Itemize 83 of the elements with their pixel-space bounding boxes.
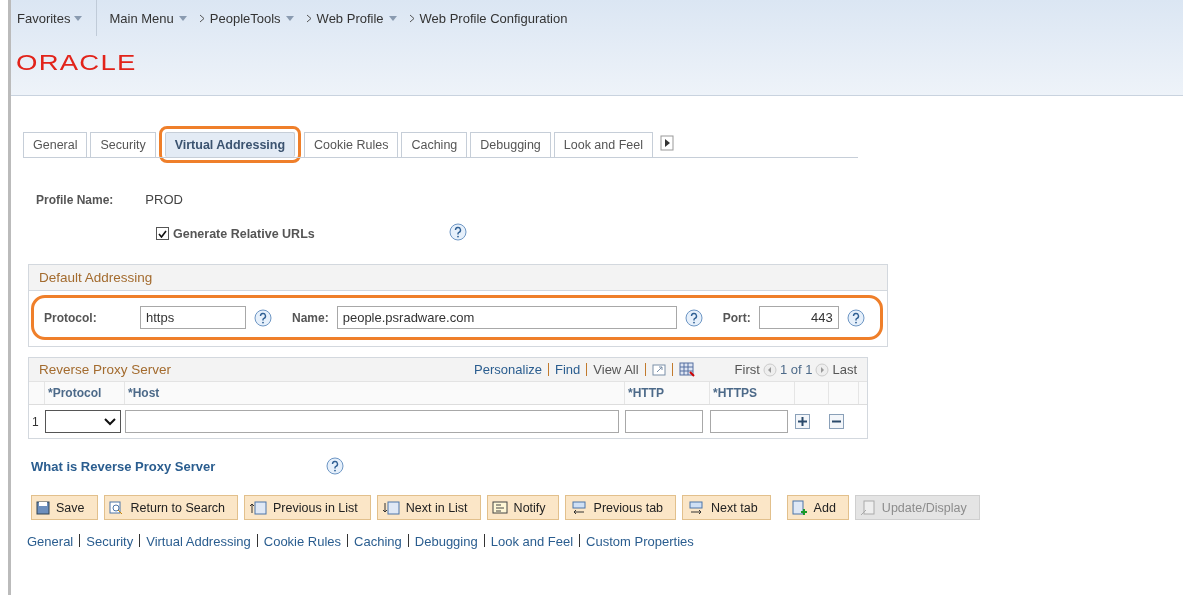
checkbox-label: Generate Relative URLs (173, 226, 315, 241)
panel-title: Default Addressing (29, 265, 887, 291)
logo: ORACLE (15, 49, 137, 76)
favorites-menu[interactable]: Favorites (17, 10, 71, 26)
field-value: PROD (145, 192, 183, 207)
toolbar-button[interactable]: Notify (486, 495, 559, 520)
toolbar-button[interactable]: Next in List (376, 495, 481, 520)
footer-link[interactable]: Virtual Addressing (146, 534, 251, 549)
caret-icon (178, 15, 187, 21)
grid-link[interactable]: View All (593, 362, 639, 377)
field-label: Name: (292, 310, 329, 325)
monitor-arrow-icon (687, 500, 706, 515)
caret-icon (285, 15, 294, 21)
grid-link[interactable]: Find (555, 362, 581, 377)
protocol-dropdown[interactable] (45, 410, 121, 433)
column-header: *HTTPS (710, 382, 795, 404)
footer-link[interactable]: Caching (354, 534, 402, 549)
field-label: Profile Name: (36, 192, 114, 207)
spreadsheet-icon[interactable] (678, 362, 695, 377)
toolbar-button[interactable]: Previous tab (564, 495, 677, 520)
list-arrow-icon (249, 500, 267, 515)
page-plus-icon (791, 499, 808, 516)
toolbar-button[interactable]: Save (31, 495, 98, 520)
toolbar-button[interactable]: Return to Search (103, 495, 238, 520)
input-field[interactable]: people.psradware.com (336, 306, 677, 329)
help-icon[interactable] (684, 308, 703, 327)
chevron-right-icon (305, 13, 312, 23)
column-header: *HTTP (625, 382, 710, 404)
chevron-down-icon (104, 417, 116, 426)
chevron-right-icon (408, 13, 415, 23)
first-link[interactable]: First (734, 362, 760, 377)
http-field[interactable] (625, 410, 703, 433)
toolbar-button[interactable]: Next tab (682, 495, 771, 520)
monitor-arrow-icon (569, 500, 588, 515)
footer-link[interactable]: Look and Feel (490, 534, 574, 549)
input-field[interactable]: 443 (758, 306, 839, 329)
field-label: Port: (722, 310, 751, 325)
footer-link[interactable]: Debugging (414, 534, 478, 549)
row-count: 1 of 1 (779, 362, 813, 377)
footer-link[interactable]: Cookie Rules (263, 534, 342, 549)
row-number: 1 (31, 414, 40, 429)
last-link[interactable]: Last (832, 362, 857, 377)
checkbox[interactable] (156, 227, 169, 240)
toolbar-button[interactable]: Previous in List (244, 495, 371, 520)
caret-icon (388, 15, 397, 21)
grid-link[interactable]: Personalize (474, 362, 542, 377)
help-icon[interactable] (254, 308, 272, 327)
input-field[interactable]: https (140, 306, 246, 329)
help-icon[interactable] (326, 457, 344, 475)
footer-link[interactable]: Security (86, 534, 134, 549)
tab[interactable]: Caching (401, 132, 468, 157)
tab[interactable]: Cookie Rules (304, 132, 399, 157)
help-icon[interactable] (448, 223, 467, 241)
tab[interactable]: Debugging (470, 132, 551, 157)
list-arrow-icon (381, 500, 400, 515)
tab[interactable]: Security (90, 132, 156, 157)
chevron-right-icon (198, 13, 205, 23)
add-row-button[interactable] (795, 414, 810, 429)
breadcrumb-link[interactable]: Web Profile (316, 10, 384, 26)
footer-link[interactable]: General (27, 534, 74, 549)
column-header: *Protocol (45, 382, 125, 404)
toolbar-button[interactable]: Add (786, 495, 849, 520)
column-header: *Host (125, 382, 625, 404)
https-field[interactable] (710, 410, 788, 433)
magnifier-icon (108, 500, 125, 515)
field-label: Protocol: (44, 310, 98, 325)
footer-link[interactable]: Custom Properties (586, 534, 694, 549)
tab[interactable]: Look and Feel (553, 132, 653, 157)
plus-icon (798, 417, 807, 426)
host-field[interactable] (125, 410, 619, 433)
delete-row-button[interactable] (829, 414, 844, 429)
caret-icon (74, 15, 83, 21)
help-link[interactable]: What is Reverse Proxy Server (31, 458, 326, 474)
popout-icon[interactable] (651, 363, 666, 376)
breadcrumb-link[interactable]: Web Profile Configuration (419, 10, 568, 26)
breadcrumb-link[interactable]: Main Menu (109, 10, 174, 26)
grid-title: Reverse Proxy Server (39, 362, 172, 377)
note-icon (491, 501, 508, 514)
checkmark-icon (158, 229, 167, 238)
help-icon[interactable] (846, 308, 865, 327)
breadcrumb-link[interactable]: PeopleTools (209, 10, 281, 26)
page-icon (859, 499, 876, 516)
tab[interactable]: General (23, 132, 88, 157)
